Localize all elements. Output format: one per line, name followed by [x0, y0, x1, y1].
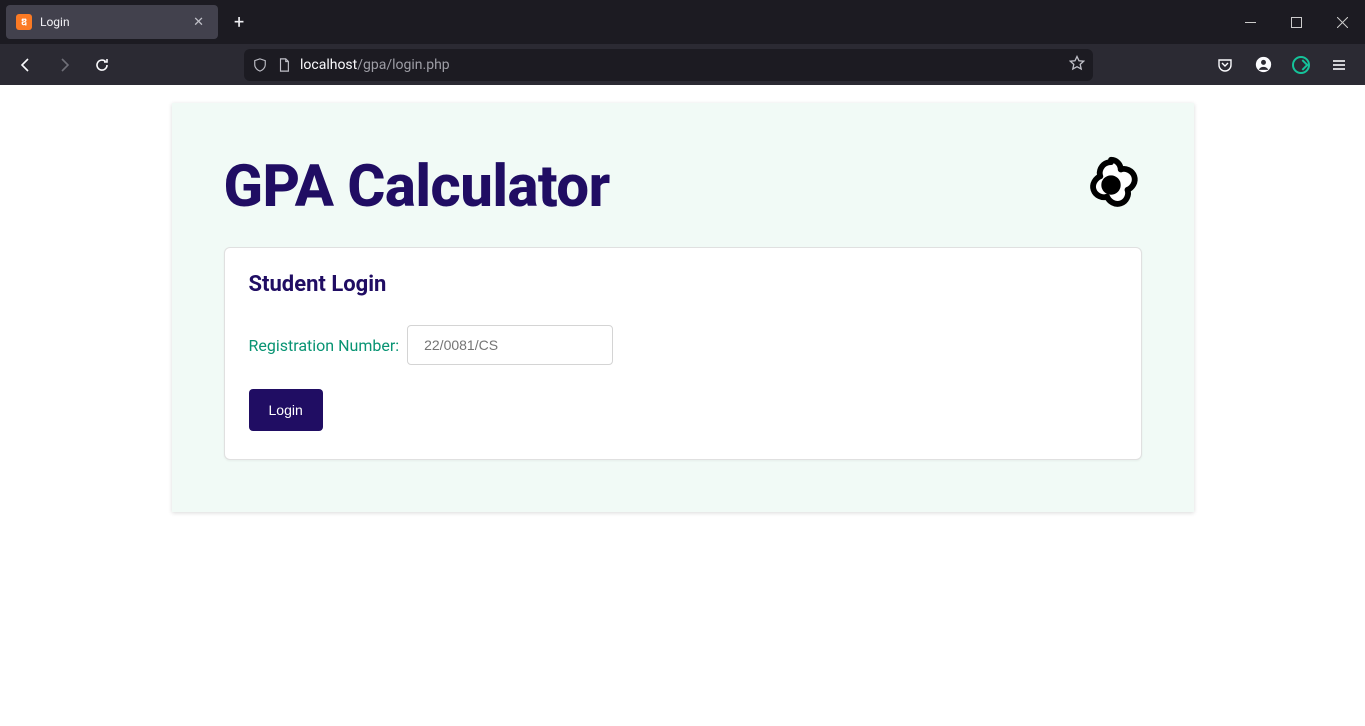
menu-icon[interactable]: [1323, 49, 1355, 81]
app-header: GPA Calculator: [224, 153, 1142, 221]
url-host: localhost: [300, 57, 357, 73]
login-card: Student Login Registration Number: Login: [224, 247, 1142, 460]
new-tab-button[interactable]: +: [234, 12, 244, 33]
account-icon[interactable]: [1247, 49, 1279, 81]
flower-icon: [1080, 154, 1142, 220]
xampp-favicon: ឌ: [16, 14, 32, 30]
close-window-button[interactable]: [1319, 0, 1365, 44]
url-bar[interactable]: localhost/gpa/login.php: [244, 49, 1093, 81]
page-title: GPA Calculator: [224, 153, 610, 221]
forward-button[interactable]: [48, 49, 80, 81]
login-button[interactable]: Login: [249, 389, 323, 431]
page-body: GPA Calculator Student Login Registratio…: [0, 85, 1365, 726]
pocket-icon[interactable]: [1209, 49, 1241, 81]
toolbar-right: [1209, 49, 1355, 81]
page-icon: [276, 57, 292, 73]
reg-number-row: Registration Number:: [249, 325, 1117, 365]
back-button[interactable]: [10, 49, 42, 81]
browser-tab[interactable]: ឌ Login ✕: [6, 5, 218, 39]
card-title: Student Login: [249, 272, 1117, 297]
maximize-button[interactable]: [1273, 0, 1319, 44]
address-bar: localhost/gpa/login.php: [0, 44, 1365, 85]
browser-chrome: ឌ Login ✕ +: [0, 0, 1365, 85]
url-text: localhost/gpa/login.php: [300, 57, 1061, 73]
reg-number-label: Registration Number:: [249, 336, 400, 355]
bookmark-star-icon[interactable]: [1069, 55, 1085, 75]
app-container: GPA Calculator Student Login Registratio…: [172, 103, 1194, 512]
url-path: /gpa/login.php: [357, 57, 449, 73]
minimize-button[interactable]: [1227, 0, 1273, 44]
reg-number-input[interactable]: [407, 325, 613, 365]
grammarly-icon[interactable]: [1285, 49, 1317, 81]
window-controls: [1227, 0, 1365, 44]
tab-title: Login: [40, 15, 181, 29]
reload-button[interactable]: [86, 49, 118, 81]
close-tab-icon[interactable]: ✕: [189, 13, 208, 32]
shield-icon: [252, 57, 268, 73]
tab-bar: ឌ Login ✕ +: [0, 0, 1365, 44]
